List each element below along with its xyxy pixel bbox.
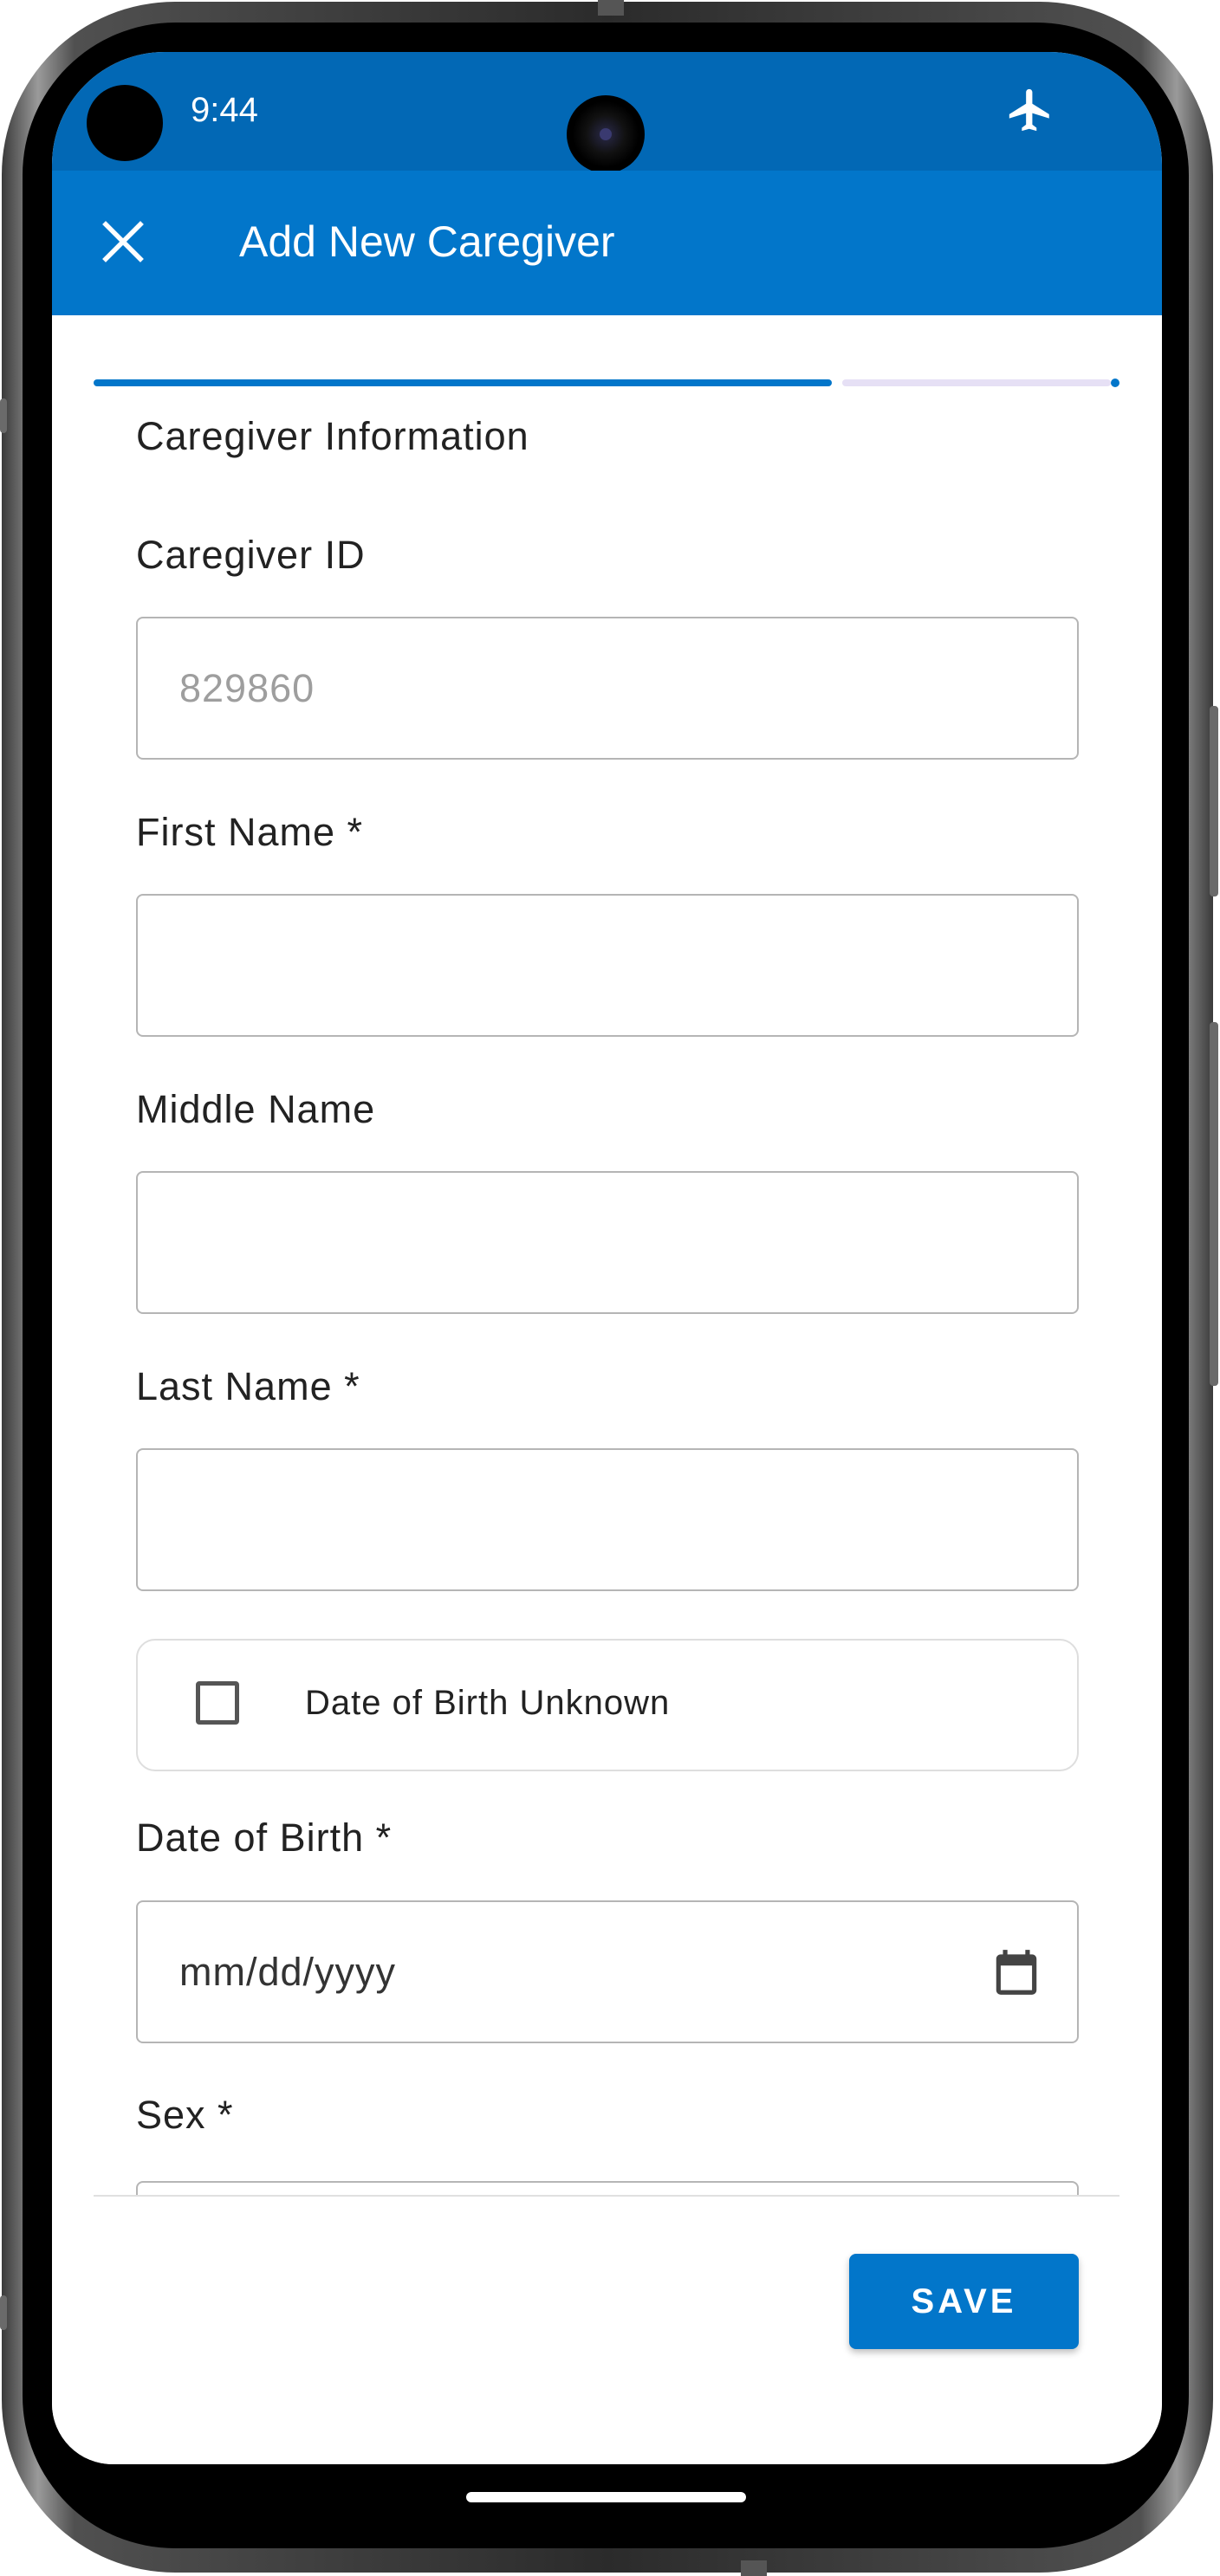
progress-end-dot bbox=[1111, 379, 1119, 387]
app-bar: Add New Caregiver bbox=[52, 171, 1162, 315]
camera-cutout bbox=[87, 85, 163, 161]
middle-name-label: Middle Name bbox=[136, 1087, 376, 1131]
progress-bar-track bbox=[842, 379, 1111, 386]
caregiver-id-label: Caregiver ID bbox=[136, 533, 366, 577]
calendar-icon[interactable] bbox=[990, 1945, 1043, 1999]
caregiver-id-field[interactable] bbox=[136, 617, 1079, 760]
frame-antenna-band bbox=[0, 398, 7, 433]
power-button bbox=[1210, 706, 1218, 896]
sex-label: Sex * bbox=[136, 2093, 234, 2137]
dob-unknown-checkbox[interactable] bbox=[196, 1681, 239, 1725]
first-name-field[interactable] bbox=[136, 894, 1079, 1037]
dob-field[interactable] bbox=[136, 1900, 1079, 2043]
front-camera bbox=[567, 95, 645, 173]
status-bar: 9:44 bbox=[52, 52, 1162, 173]
last-name-label: Last Name * bbox=[136, 1364, 360, 1408]
dob-unknown-card[interactable]: Date of Birth Unknown bbox=[136, 1639, 1079, 1771]
save-button[interactable]: SAVE bbox=[849, 2254, 1079, 2349]
first-name-label: First Name * bbox=[136, 810, 364, 854]
frame-antenna-line bbox=[598, 0, 624, 16]
frame-antenna-band bbox=[0, 2295, 7, 2330]
middle-name-field[interactable] bbox=[136, 1171, 1079, 1314]
dob-unknown-label: Date of Birth Unknown bbox=[305, 1684, 671, 1722]
volume-button bbox=[1210, 1022, 1218, 1386]
progress-bar-fill bbox=[94, 379, 832, 386]
page-title: Add New Caregiver bbox=[239, 217, 615, 266]
section-title: Caregiver Information bbox=[136, 414, 529, 458]
footer-divider bbox=[94, 2195, 1119, 2197]
airplane-icon bbox=[1009, 88, 1049, 132]
screen: 9:44 Add New Caregiver Caregiver Informa… bbox=[52, 52, 1162, 2464]
last-name-field[interactable] bbox=[136, 1448, 1079, 1591]
dob-label: Date of Birth * bbox=[136, 1815, 393, 1860]
close-icon[interactable] bbox=[97, 216, 149, 268]
status-time: 9:44 bbox=[191, 91, 258, 129]
frame-antenna-line bbox=[741, 2560, 767, 2576]
home-indicator[interactable] bbox=[466, 2492, 746, 2502]
